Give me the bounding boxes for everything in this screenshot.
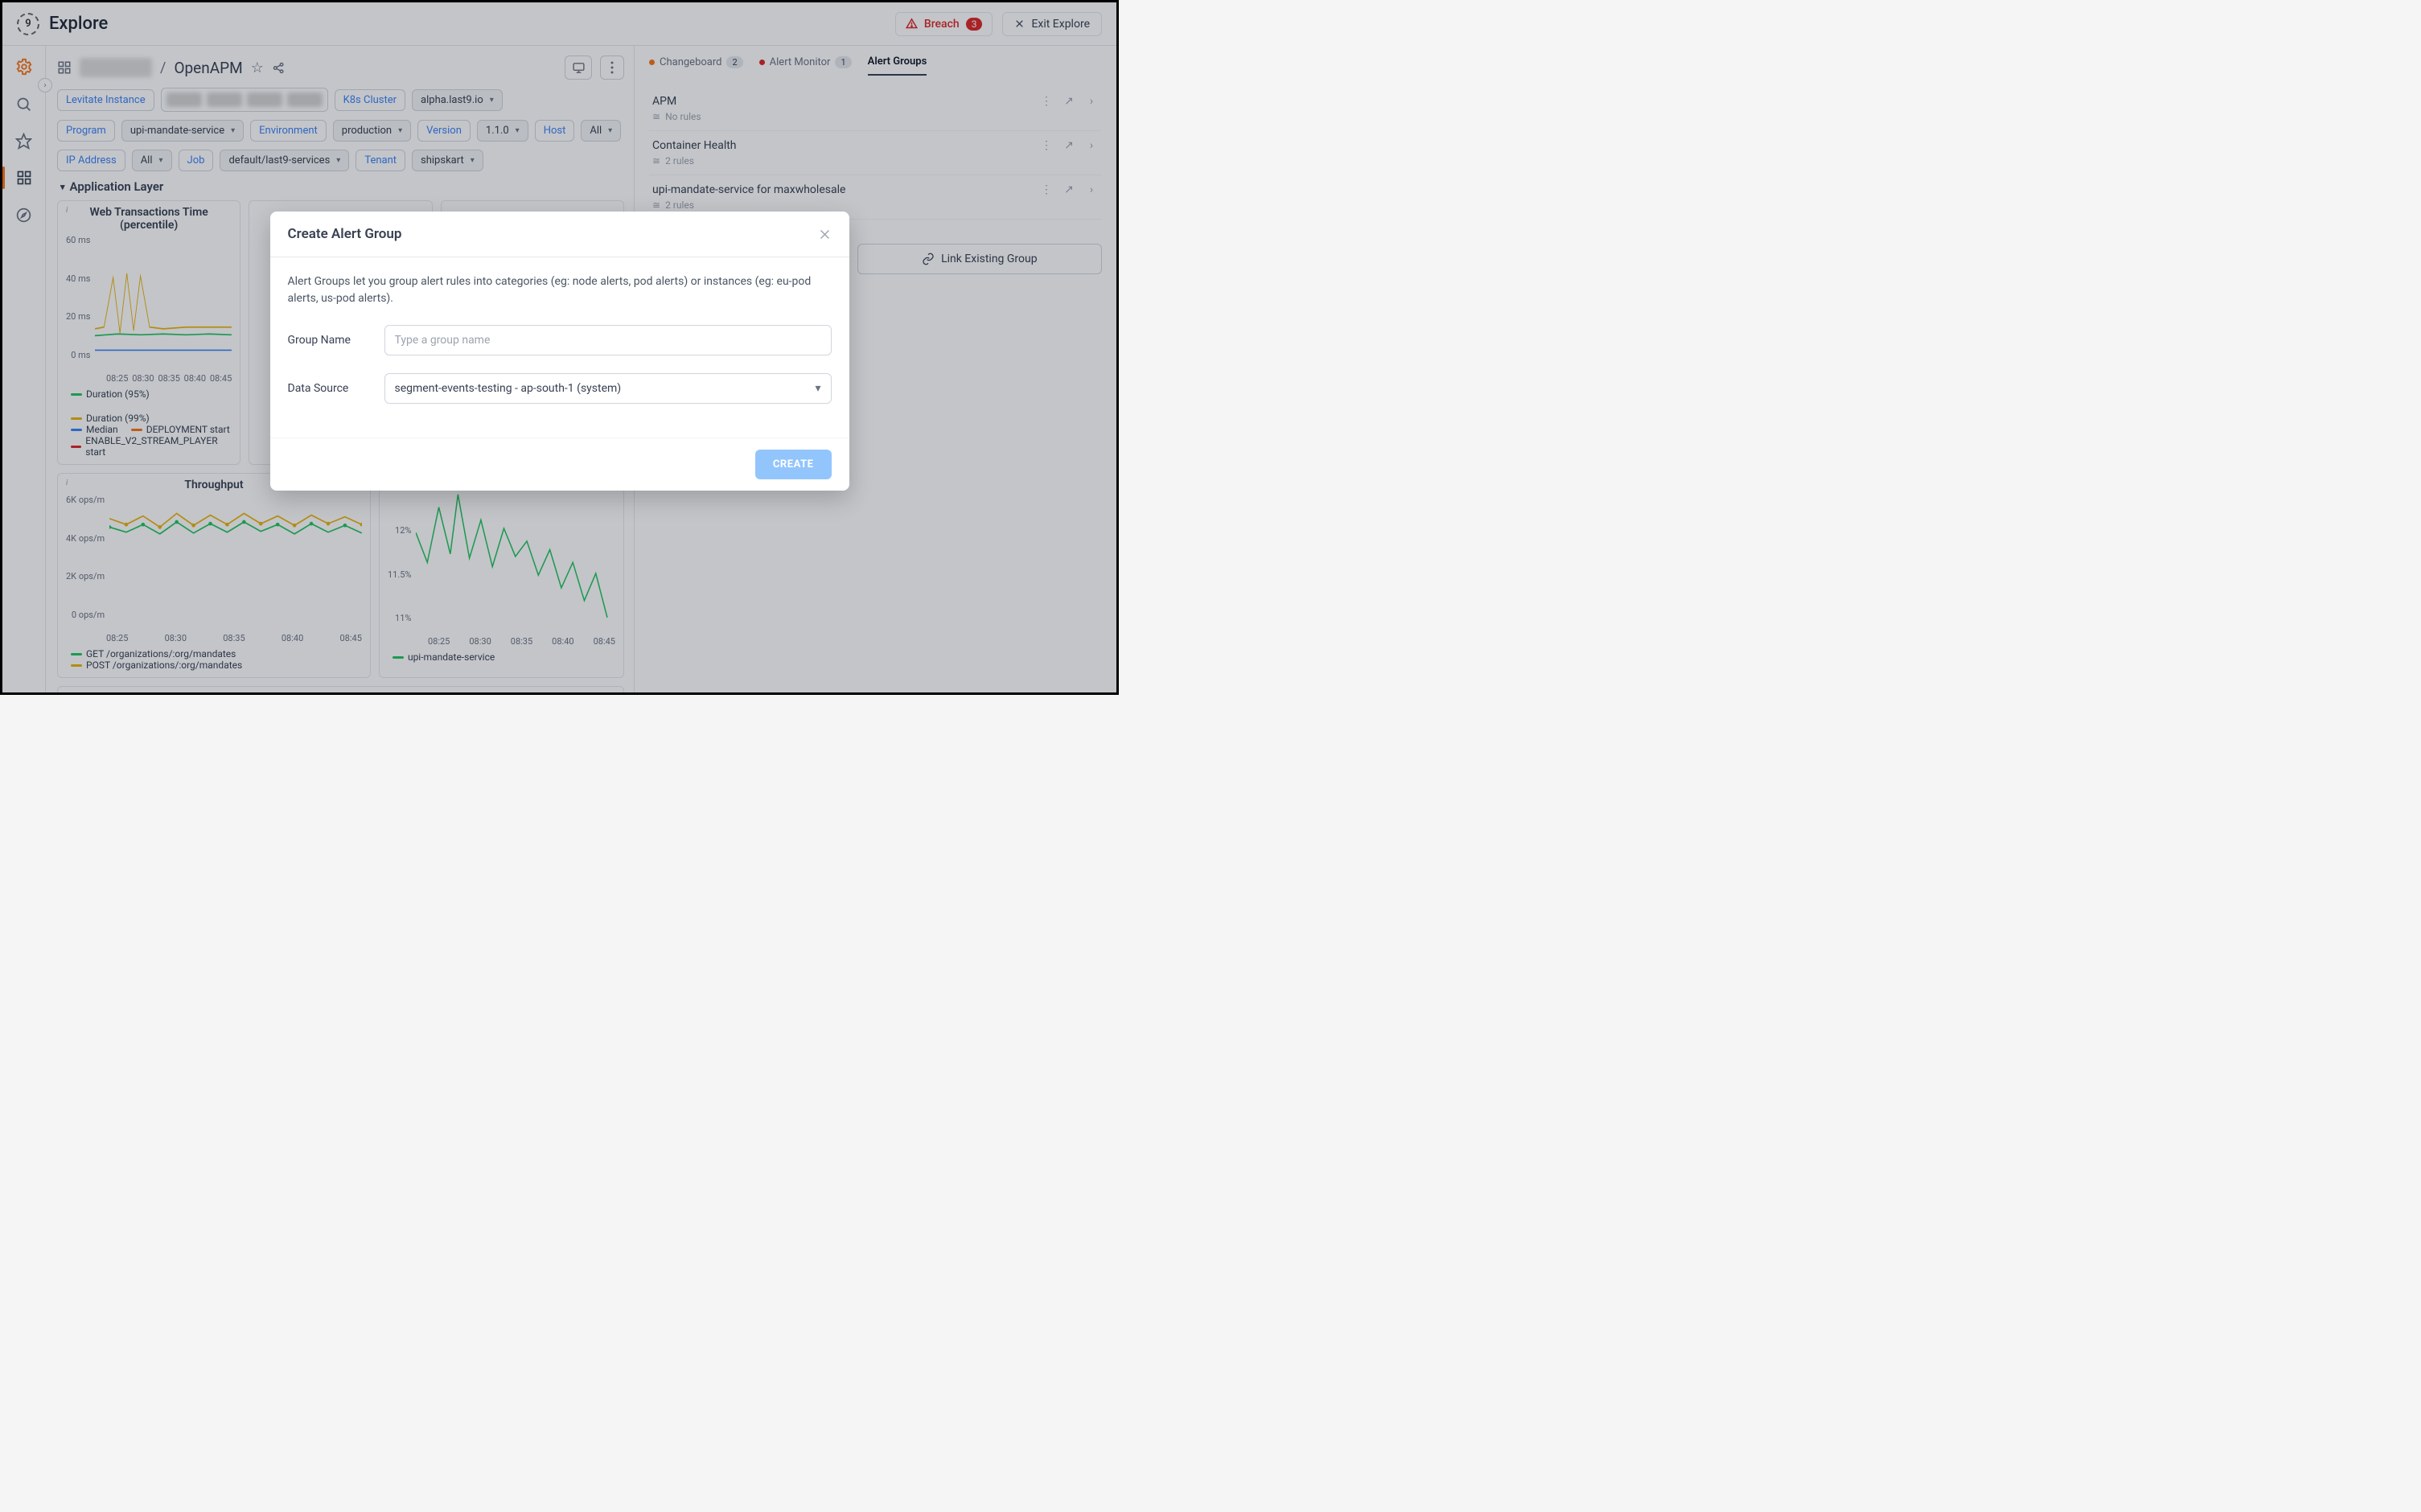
create-alert-group-modal: Create Alert Group Alert Groups let you …	[270, 212, 849, 491]
create-submit-button[interactable]: CREATE	[755, 450, 832, 479]
data-source-select[interactable]: segment-events-testing - ap-south-1 (sys…	[384, 373, 832, 404]
chevron-down-icon: ▾	[815, 382, 820, 395]
modal-close-button[interactable]	[818, 228, 832, 241]
group-name-label: Group Name	[288, 334, 368, 347]
modal-description: Alert Groups let you group alert rules i…	[288, 273, 832, 307]
group-name-input[interactable]	[384, 325, 832, 355]
data-source-label: Data Source	[288, 382, 368, 395]
modal-overlay: Create Alert Group Alert Groups let you …	[2, 2, 1116, 692]
modal-title: Create Alert Group	[288, 226, 402, 242]
